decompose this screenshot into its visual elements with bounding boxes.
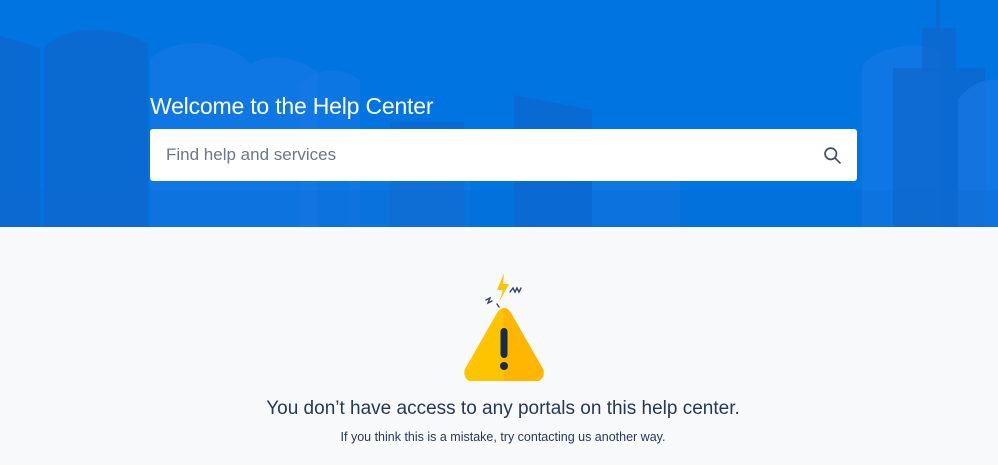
search-icon[interactable]: [822, 145, 843, 166]
search-input[interactable]: [150, 129, 810, 181]
page-title: Welcome to the Help Center: [150, 93, 434, 119]
no-access-message: You don’t have access to any portals on …: [266, 398, 740, 419]
hero-banner: Welcome to the Help Center: [0, 0, 998, 227]
no-access-hint: If you think this is a mistake, try cont…: [340, 430, 666, 444]
search-box: [150, 129, 857, 181]
warning-icon: [464, 273, 544, 381]
